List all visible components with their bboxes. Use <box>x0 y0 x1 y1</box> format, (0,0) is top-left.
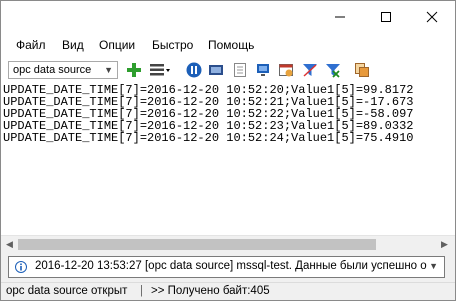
menu-bar: Файл Вид Опции Быстро Помощь <box>1 35 455 57</box>
info-icon <box>15 261 27 273</box>
scroll-right-icon[interactable]: ▶ <box>441 239 448 250</box>
add-icon <box>127 63 141 77</box>
minimize-icon <box>335 16 345 18</box>
filter-clear-icon <box>326 64 340 78</box>
menu-file[interactable]: Файл <box>16 38 46 52</box>
calendar-button[interactable] <box>277 61 295 79</box>
monitor-button[interactable] <box>254 61 272 79</box>
copy-icon <box>355 63 369 77</box>
monitor-icon <box>257 64 269 76</box>
close-icon <box>426 11 438 23</box>
pause-button[interactable] <box>185 61 203 79</box>
display-icon <box>209 65 223 75</box>
toolbar: opc data source ▼ <box>1 57 455 83</box>
copy-button[interactable] <box>353 61 371 79</box>
display-button[interactable] <box>207 61 225 79</box>
menu-options[interactable]: Опции <box>99 38 135 52</box>
chevron-down-icon: ▼ <box>104 65 113 75</box>
status-connection: opc data source открыт <box>6 285 128 297</box>
add-button[interactable] <box>125 61 143 79</box>
filter-button[interactable] <box>301 61 319 79</box>
list-dropdown-icon <box>150 64 170 76</box>
pause-icon <box>186 62 202 78</box>
source-select[interactable]: opc data source ▼ <box>8 61 118 79</box>
document-icon <box>234 63 246 77</box>
log-message-box[interactable]: 2016-12-20 13:53:27 [opc data source] ms… <box>8 256 445 278</box>
output-line: UPDATE_DATE_TIME[7]=2016-12-20 10:52:24;… <box>3 131 414 145</box>
close-button[interactable] <box>409 1 455 33</box>
menu-view[interactable]: Вид <box>62 38 84 52</box>
filter-clear-button[interactable] <box>324 61 342 79</box>
scroll-left-icon[interactable]: ◀ <box>6 239 13 250</box>
source-select-value: opc data source <box>13 64 92 76</box>
status-separator: | <box>140 285 143 297</box>
status-bytes-received: >> Получено байт:405 <box>151 285 270 297</box>
maximize-icon <box>381 12 391 22</box>
list-dropdown-button[interactable] <box>148 61 172 79</box>
log-bar: 2016-12-20 13:53:27 [opc data source] ms… <box>1 252 455 282</box>
document-button[interactable] <box>231 61 249 79</box>
scrollbar-thumb[interactable] <box>18 239 376 250</box>
status-bar: opc data source открыт | >> Получено бай… <box>1 282 455 300</box>
calendar-icon <box>279 64 293 77</box>
horizontal-scrollbar[interactable]: ◀ ▶ <box>1 235 455 253</box>
title-bar <box>1 1 455 33</box>
data-output-area[interactable]: UPDATE_DATE_TIME[7]=2016-12-20 10:52:20;… <box>1 83 455 235</box>
log-message: 2016-12-20 13:53:27 [opc data source] ms… <box>35 260 427 272</box>
menu-quick[interactable]: Быстро <box>152 38 193 52</box>
filter-icon <box>303 64 317 77</box>
chevron-down-icon[interactable]: ▼ <box>429 261 438 271</box>
menu-help[interactable]: Помощь <box>208 38 254 52</box>
app-window: Файл Вид Опции Быстро Помощь opc data so… <box>0 0 456 301</box>
minimize-button[interactable] <box>317 1 363 33</box>
maximize-button[interactable] <box>363 1 409 33</box>
